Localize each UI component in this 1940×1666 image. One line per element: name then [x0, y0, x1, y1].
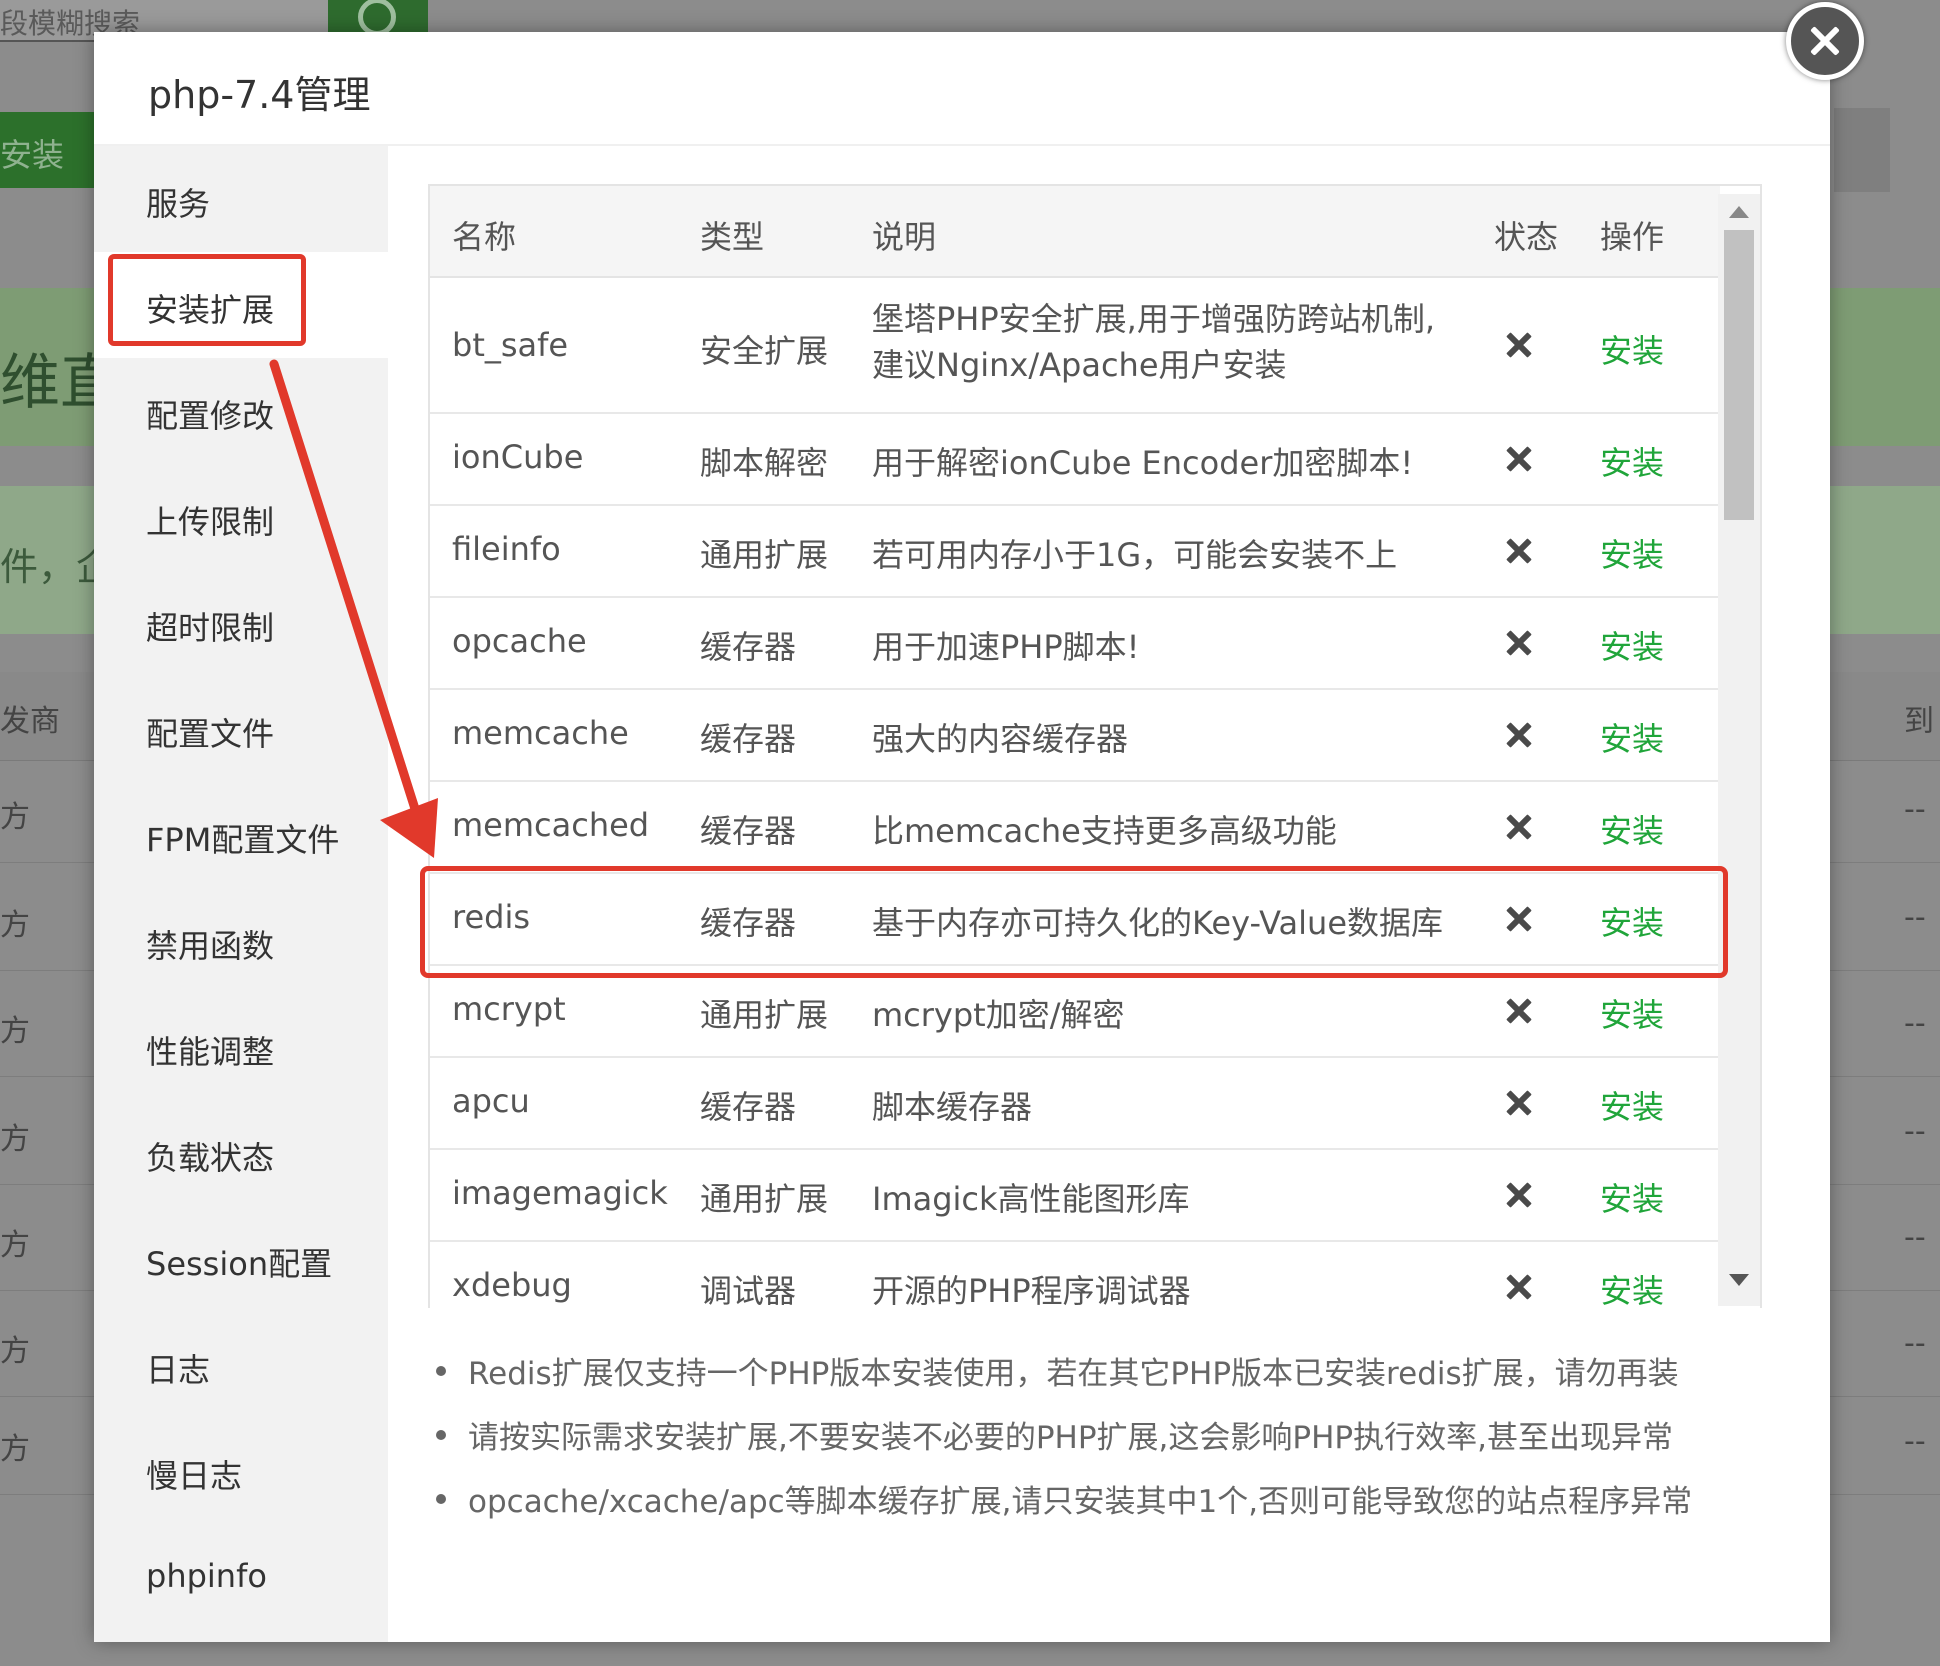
- annotation-arrow-icon: [269, 359, 438, 858]
